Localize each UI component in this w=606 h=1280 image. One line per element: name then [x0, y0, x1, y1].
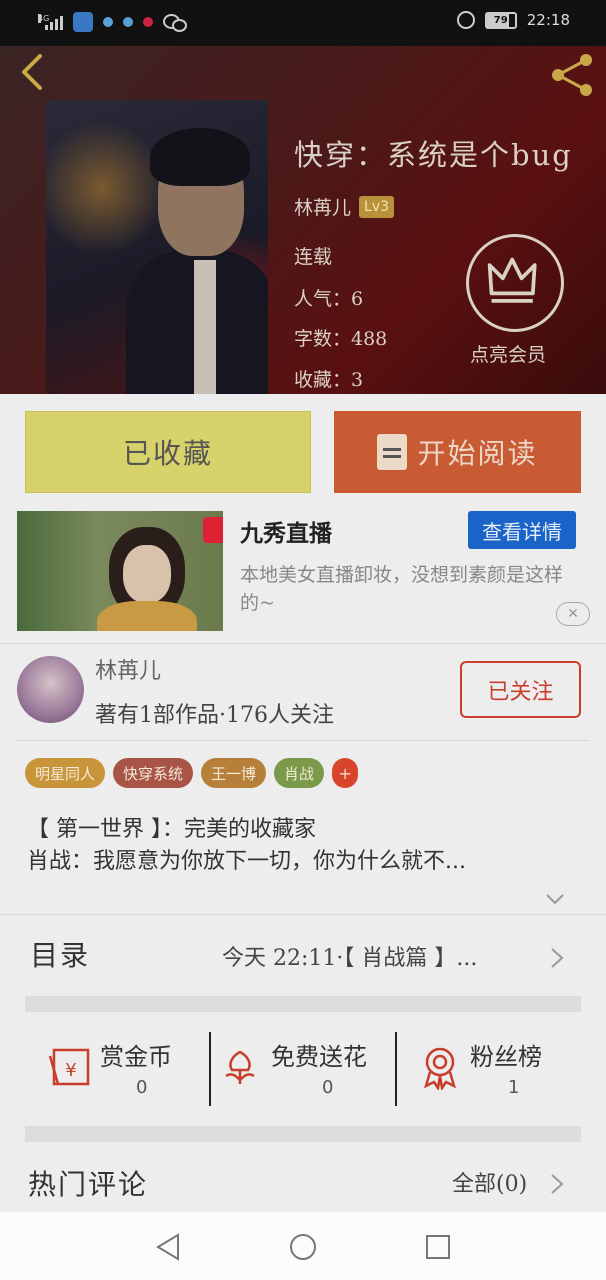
red-envelope-icon: ¥: [48, 1048, 90, 1086]
synopsis-line: 肖战：我愿意为你放下一切，你为什么就不...: [27, 849, 466, 874]
divider: [17, 740, 589, 741]
back-icon[interactable]: [16, 52, 46, 92]
tag[interactable]: 快穿系统: [113, 758, 194, 788]
svg-text:¥: ¥: [65, 1060, 76, 1081]
synopsis-line: 【 第一世界 】：完美的收藏家: [27, 817, 316, 842]
tag-list: 明星同人 快穿系统 王一博 肖战 +: [25, 758, 359, 788]
chevron-down-icon[interactable]: [544, 888, 566, 910]
app-notification-icon: [73, 12, 93, 32]
free-flower-label[interactable]: 免费送花: [271, 1037, 367, 1072]
ribbon-badge-icon: [424, 1047, 456, 1090]
ad-detail-button[interactable]: 查看详情: [468, 511, 576, 549]
book-cover: [46, 100, 268, 394]
author-stats: 著有1部作品·176人关注: [95, 703, 334, 728]
wechat-icon: [163, 14, 187, 32]
vip-label[interactable]: 点亮会员: [470, 340, 546, 367]
author-avatar[interactable]: [17, 656, 84, 723]
reward-coin-value: 0: [136, 1077, 148, 1098]
free-flower-value: 0: [322, 1077, 334, 1098]
ad-description[interactable]: 本地美女直播卸妆，没想到素颜是这样的~: [240, 561, 570, 617]
toc-label[interactable]: 目录: [30, 934, 90, 974]
notification-dot-icon: [123, 17, 133, 27]
tag[interactable]: 王一博: [201, 758, 267, 788]
start-reading-button[interactable]: 开始阅读: [334, 411, 581, 493]
ad-close-button[interactable]: ✕: [556, 602, 590, 626]
signal-icon: 4G: [38, 14, 63, 30]
divider: [0, 643, 606, 644]
fan-ranking-label[interactable]: 粉丝榜: [470, 1037, 542, 1072]
nav-home-icon[interactable]: [288, 1232, 318, 1262]
clock: 22:18: [526, 11, 570, 29]
follow-button[interactable]: 已关注: [460, 661, 581, 718]
status-bar: 4G 79 22:18: [0, 0, 606, 46]
synopsis[interactable]: 【 第一世界 】：完美的收藏家 肖战：我愿意为你放下一切，你为什么就不...: [27, 814, 587, 878]
nav-back-icon[interactable]: [154, 1232, 184, 1262]
popularity: 人气：6: [294, 288, 364, 310]
divider: [0, 914, 606, 915]
notification-dot-icon: [143, 17, 153, 27]
level-badge: Lv3: [359, 195, 395, 218]
book-title: 快穿：系统是个bug: [294, 138, 573, 172]
all-comments-link[interactable]: 全部(0): [452, 1166, 527, 1198]
chevron-right-icon[interactable]: [549, 1172, 565, 1196]
nav-recents-icon[interactable]: [423, 1232, 453, 1262]
fan-ranking-value: 1: [508, 1077, 520, 1098]
ad-title[interactable]: 九秀直播: [240, 514, 332, 548]
ad-image[interactable]: [17, 511, 223, 631]
serial-status: 连载: [294, 246, 333, 268]
tag[interactable]: 明星同人: [25, 758, 106, 788]
section-separator: [25, 1126, 581, 1142]
divider: [209, 1032, 211, 1106]
author-name[interactable]: 林苒儿: [95, 653, 161, 685]
tag[interactable]: 肖战: [274, 758, 325, 788]
alarm-icon: [456, 11, 475, 29]
divider: [395, 1032, 397, 1106]
book-icon: [377, 434, 408, 470]
word-count: 字数：488: [294, 328, 388, 350]
more-tags-button[interactable]: +: [332, 758, 359, 788]
notification-dot-icon: [103, 17, 113, 27]
vip-button[interactable]: [466, 234, 564, 332]
crown-icon: [487, 257, 537, 303]
reward-coin-label[interactable]: 赏金币: [100, 1037, 172, 1072]
flower-icon: [225, 1050, 255, 1084]
hot-comments-label: 热门评论: [28, 1168, 149, 1201]
battery-icon: 79: [484, 11, 517, 29]
book-author-row: 林苒儿 Lv3: [294, 193, 395, 220]
book-author[interactable]: 林苒儿: [294, 193, 351, 220]
share-icon[interactable]: [548, 52, 598, 98]
section-separator: [25, 996, 581, 1012]
favorited-button[interactable]: 已收藏: [25, 411, 311, 493]
chevron-right-icon[interactable]: [549, 946, 565, 970]
live-icon: [203, 517, 223, 543]
favorite-count: 收藏：3: [294, 369, 364, 391]
latest-chapter[interactable]: 今天 22:11·【 肖战篇 】...: [222, 940, 538, 972]
